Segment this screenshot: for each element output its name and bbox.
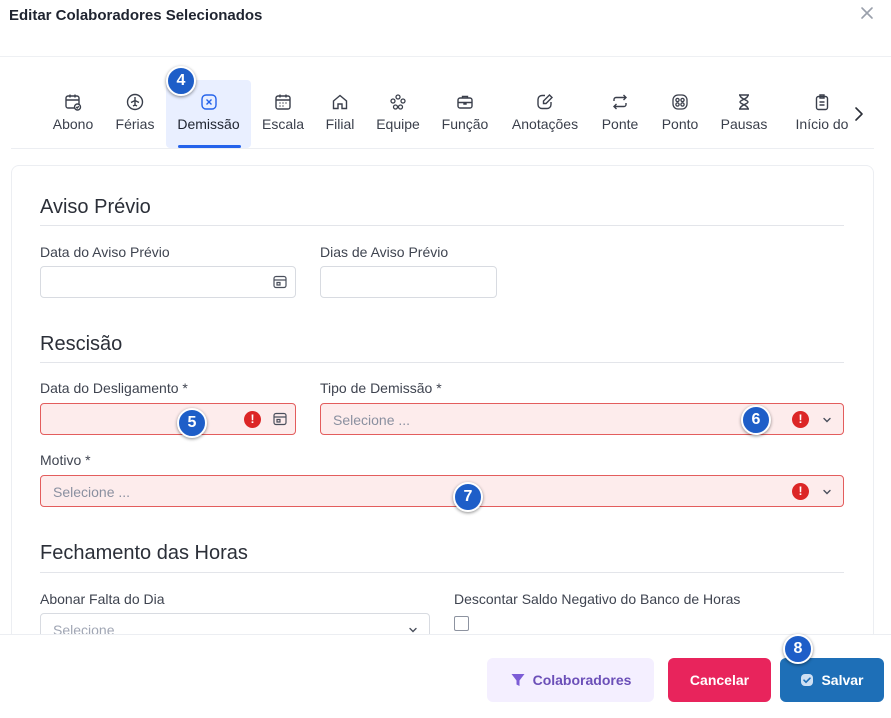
tab-filial[interactable]: Filial	[322, 80, 358, 148]
section-title-aviso: Aviso Prévio	[40, 196, 151, 218]
plane-icon	[126, 93, 144, 111]
tab-ponte[interactable]: Ponte	[598, 80, 642, 148]
chevron-down-icon	[409, 627, 417, 633]
select-placeholder: Selecione ...	[53, 484, 131, 500]
tab-label: Anotações	[511, 116, 579, 132]
step-marker: 8	[783, 634, 813, 664]
desligamento-label: Data do Desligamento *	[40, 380, 188, 396]
briefcase-icon	[457, 95, 473, 109]
tab-ferias[interactable]: Férias	[113, 80, 157, 148]
colaboradores-button[interactable]: Colaboradores	[487, 658, 654, 702]
error-icon: !	[792, 411, 809, 428]
step-marker: 7	[453, 482, 483, 512]
tab-label: Pausas	[720, 116, 768, 132]
aviso-date-label: Data do Aviso Prévio	[40, 244, 170, 260]
calendar-icon[interactable]	[273, 275, 287, 289]
tab-funcao[interactable]: Função	[438, 80, 492, 148]
select-placeholder: Selecione ...	[333, 412, 411, 428]
section-divider	[40, 572, 844, 573]
motivo-select[interactable]: Selecione ... !	[40, 475, 844, 507]
section-divider	[40, 225, 844, 226]
calendar-check-icon	[65, 94, 82, 111]
dialog-header: Editar Colaboradores Selecionados	[0, 0, 891, 57]
aviso-date-input[interactable]	[40, 266, 296, 298]
tab-label: Abono	[52, 116, 94, 132]
tipo-demissao-label: Tipo de Demissão *	[320, 380, 442, 396]
tab-label: Função	[441, 116, 489, 132]
tab-pausas[interactable]: Pausas	[717, 80, 771, 148]
tab-label: Início do	[795, 116, 849, 132]
edit-collaborators-dialog: Editar Colaboradores Selecionados Abono …	[0, 0, 891, 718]
tab-escala[interactable]: Escala	[260, 80, 306, 148]
team-icon	[390, 94, 406, 110]
check-circle-icon	[801, 674, 814, 686]
tab-label: Ponto	[661, 116, 699, 132]
chevron-down-icon	[823, 417, 831, 423]
step-marker: 6	[741, 405, 771, 435]
tab-inicio[interactable]: Início do	[787, 80, 850, 148]
dialog-title: Editar Colaboradores Selecionados	[9, 7, 263, 24]
note-edit-icon	[537, 94, 553, 110]
home-icon	[332, 94, 348, 110]
tab-ponto[interactable]: Ponto	[657, 80, 703, 148]
aviso-days-input[interactable]	[320, 266, 497, 298]
repeat-icon	[613, 94, 627, 110]
section-title-rescisao: Rescisão	[40, 333, 123, 355]
error-icon: !	[244, 411, 261, 428]
tab-label: Equipe	[376, 116, 420, 132]
tab-anotacoes[interactable]: Anotações	[506, 80, 584, 148]
close-icon[interactable]	[858, 4, 876, 22]
x-square-icon	[200, 94, 217, 110]
time-badge-icon	[672, 94, 688, 110]
tab-label: Ponte	[601, 116, 639, 132]
chevron-down-icon	[823, 489, 831, 495]
button-label: Cancelar	[689, 672, 750, 688]
step-marker: 4	[166, 66, 196, 96]
aviso-days-label: Dias de Aviso Prévio	[320, 244, 449, 260]
tab-label: Filial	[325, 116, 355, 132]
tab-equipe[interactable]: Equipe	[373, 80, 423, 148]
cancel-button[interactable]: Cancelar	[668, 658, 771, 702]
clipboard-icon	[815, 94, 829, 111]
section-title-fechamento: Fechamento das Horas	[40, 542, 248, 564]
error-icon: !	[792, 483, 809, 500]
tab-label: Demissão	[177, 116, 240, 132]
tab-abono[interactable]: Abono	[49, 80, 97, 148]
tab-label: Escala	[261, 116, 305, 132]
descontar-checkbox[interactable]	[454, 616, 469, 631]
step-marker: 5	[177, 408, 207, 438]
filter-icon	[511, 674, 525, 686]
hourglass-icon	[739, 94, 749, 110]
section-divider	[40, 362, 844, 363]
save-button[interactable]: Salvar	[780, 658, 884, 702]
tab-label: Férias	[115, 116, 155, 132]
motivo-label: Motivo *	[40, 452, 91, 468]
tab-bar: Abono Férias Demissão Escala Filial Equi…	[40, 80, 850, 149]
desligamento-date-input[interactable]: !	[40, 403, 296, 435]
calendar-icon	[275, 94, 291, 110]
button-label: Salvar	[821, 672, 864, 688]
chevron-right-icon[interactable]	[852, 106, 866, 122]
calendar-icon[interactable]	[273, 412, 287, 426]
descontar-label: Descontar Saldo Negativo do Banco de Hor…	[454, 591, 741, 607]
button-label: Colaboradores	[532, 672, 632, 688]
tabs-divider	[11, 148, 874, 149]
abonar-label: Abonar Falta do Dia	[40, 591, 165, 607]
